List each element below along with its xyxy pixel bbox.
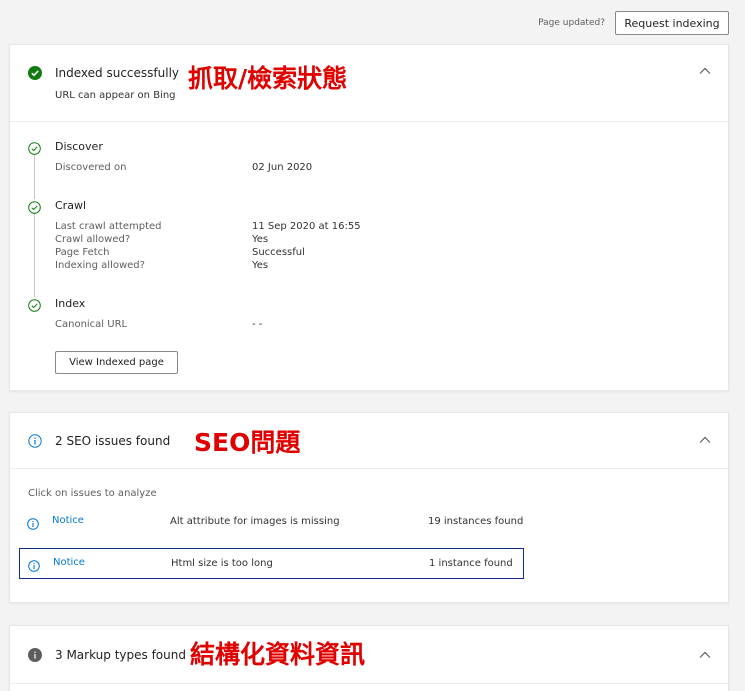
info-filled-icon bbox=[28, 647, 42, 662]
index-status-title: Indexed successfully bbox=[55, 66, 180, 80]
issue-description: Html size is too long bbox=[171, 558, 273, 569]
info-icon bbox=[28, 557, 40, 572]
seo-issues-title: 2 SEO issues found bbox=[55, 434, 171, 448]
top-bar: Page updated? Request indexing bbox=[0, 0, 745, 44]
kv-value: 11 Sep 2020 at 16:55 bbox=[252, 221, 361, 232]
step-title-crawl: Crawl bbox=[55, 199, 86, 212]
issue-severity[interactable]: Notice bbox=[53, 557, 85, 568]
kv-label: Page Fetch bbox=[55, 247, 110, 258]
chevron-up-icon[interactable] bbox=[698, 63, 712, 77]
kv-value: Yes bbox=[252, 260, 269, 271]
issue-description: Alt attribute for images is missing bbox=[170, 516, 340, 527]
index-status-card: Indexed successfully URL can appear on B… bbox=[9, 44, 729, 391]
kv-value: Yes bbox=[252, 234, 269, 245]
info-icon bbox=[28, 433, 42, 448]
page-updated-label: Page updated? bbox=[538, 18, 605, 28]
seo-issues-header[interactable]: 2 SEO issues found SEO問題 bbox=[10, 413, 728, 469]
seo-hint: Click on issues to analyze bbox=[28, 488, 157, 499]
kv-label: Discovered on bbox=[55, 162, 127, 173]
info-icon bbox=[27, 515, 39, 530]
markup-types-header[interactable]: 3 Markup types found 結構化資料資訊 bbox=[10, 626, 728, 684]
check-outline-icon bbox=[28, 297, 41, 312]
index-annotation: 抓取/檢索狀態 bbox=[188, 64, 348, 93]
check-circle-icon bbox=[28, 65, 42, 80]
kv-label: Last crawl attempted bbox=[55, 221, 162, 232]
index-status-header[interactable]: Indexed successfully URL can appear on B… bbox=[10, 45, 728, 122]
issue-row[interactable]: Notice Html size is too long 1 instance … bbox=[19, 548, 524, 579]
kv-label: Crawl allowed? bbox=[55, 234, 131, 245]
check-outline-icon bbox=[28, 199, 41, 214]
check-outline-icon bbox=[28, 140, 41, 155]
chevron-up-icon[interactable] bbox=[698, 647, 712, 661]
step-title-discover: Discover bbox=[55, 140, 103, 153]
timeline-line bbox=[34, 151, 35, 303]
index-status-subtitle: URL can appear on Bing bbox=[55, 90, 176, 101]
chevron-up-icon[interactable] bbox=[698, 432, 712, 446]
markup-types-title: 3 Markup types found bbox=[55, 648, 186, 662]
view-indexed-page-button[interactable]: View Indexed page bbox=[55, 351, 178, 374]
issue-row[interactable]: Notice Alt attribute for images is missi… bbox=[19, 507, 524, 537]
markup-annotation: 結構化資料資訊 bbox=[190, 640, 366, 669]
kv-value: 02 Jun 2020 bbox=[252, 162, 313, 173]
seo-annotation: SEO問題 bbox=[194, 428, 301, 457]
markup-types-card: 3 Markup types found 結構化資料資訊 bbox=[9, 625, 729, 691]
kv-value: - - bbox=[252, 319, 263, 330]
issue-severity[interactable]: Notice bbox=[52, 515, 84, 526]
issue-count: 1 instance found bbox=[429, 558, 513, 569]
request-indexing-button[interactable]: Request indexing bbox=[615, 11, 729, 35]
kv-value: Successful bbox=[252, 247, 305, 258]
kv-label: Canonical URL bbox=[55, 319, 128, 330]
kv-label: Indexing allowed? bbox=[55, 260, 145, 271]
seo-issues-card: 2 SEO issues found SEO問題 Click on issues… bbox=[9, 412, 729, 603]
issue-count: 19 instances found bbox=[428, 516, 524, 527]
step-title-index: Index bbox=[55, 297, 86, 310]
